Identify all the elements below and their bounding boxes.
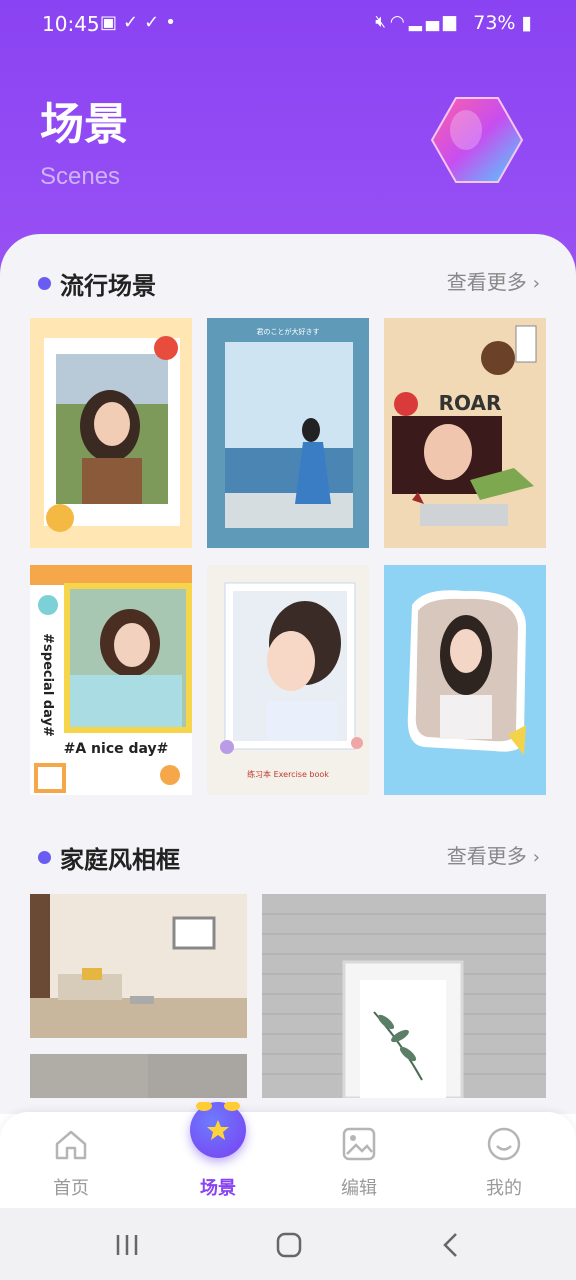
chevron-right-icon: › (532, 273, 540, 294)
special-day-template: #special day# #A nice day# (30, 565, 192, 795)
gallery-icon: ▣ (100, 12, 124, 33)
home-frame-card[interactable] (30, 1054, 247, 1098)
blue-frame-template (384, 565, 546, 795)
page-title: 场景 (40, 99, 128, 150)
section-dot (38, 277, 51, 290)
back-icon[interactable] (440, 1232, 462, 1258)
brick-wall-frame (262, 894, 546, 1098)
home-frame-card[interactable] (262, 894, 546, 1098)
home-icon (55, 1130, 87, 1160)
content-sheet: 流行场景 查看更多 › 君のことが大好きす ROAR #special day#… (0, 234, 576, 1114)
card-caption: 练习本 Exercise book (247, 769, 329, 779)
scene-card[interactable]: 练习本 Exercise book (207, 565, 369, 795)
card-caption: #A nice day# (64, 741, 169, 757)
page-subtitle: Scenes (40, 163, 121, 190)
status-time: 10:45 (42, 12, 100, 36)
section-popular-header: 流行场景 查看更多 › (0, 264, 576, 304)
battery-icon: ▮ (521, 12, 532, 34)
signal-icon: ▂▄▆ (408, 12, 460, 32)
tab-profile[interactable]: 我的 (449, 1112, 559, 1208)
living-room-frame (30, 894, 247, 1038)
blue-seaside-template: 君のことが大好きす (207, 318, 369, 548)
scene-card[interactable]: ROAR (384, 318, 546, 548)
recent-apps-icon[interactable] (114, 1232, 140, 1258)
tab-label: 编辑 (341, 1178, 377, 1199)
check-icon: ✓ (144, 12, 166, 33)
mute-icon: 🔇︎ (375, 12, 390, 32)
star-icon (196, 1101, 240, 1140)
home-nav-icon[interactable] (276, 1232, 302, 1258)
bottom-tab-bar: 首页 场景 编辑 我的 (0, 1112, 576, 1208)
system-nav-bar (0, 1208, 576, 1280)
section-title: 流行场景 (60, 272, 156, 300)
exercise-book-template: 练习本 Exercise book (207, 565, 369, 795)
scene-card[interactable] (30, 318, 192, 548)
scene-card[interactable]: #special day# #A nice day# (30, 565, 192, 795)
home-frame-card[interactable] (30, 894, 247, 1038)
tab-edit[interactable]: 编辑 (304, 1112, 414, 1208)
card-side-text: #special day# (40, 633, 55, 737)
section-home-header: 家庭风相框 查看更多 › (0, 838, 576, 878)
see-more-link[interactable]: 查看更多 › (447, 840, 540, 869)
dot-icon: • (165, 12, 182, 33)
tab-label: 我的 (486, 1178, 522, 1199)
smile-icon (487, 1127, 521, 1161)
see-more-link[interactable]: 查看更多 › (447, 266, 540, 295)
check-icon: ✓ (123, 12, 145, 33)
notification-icons: ▣✓✓• (100, 12, 182, 33)
see-more-label: 查看更多 (446, 844, 527, 868)
section-dot (38, 851, 51, 864)
scene-card[interactable]: 君のことが大好きす (207, 318, 369, 548)
see-more-label: 查看更多 (446, 270, 527, 294)
section-title: 家庭风相框 (60, 846, 180, 874)
tab-label: 场景 (200, 1178, 236, 1199)
chevron-right-icon: › (532, 847, 540, 868)
tab-home[interactable]: 首页 (16, 1112, 126, 1208)
polaroid-guitar-template (30, 318, 192, 548)
image-edit-icon (342, 1127, 376, 1161)
wifi-icon: ◠ (389, 12, 409, 32)
scenes-fab-button[interactable] (190, 1101, 246, 1158)
card-caption: 君のことが大好きす (257, 327, 320, 336)
battery-percent: 73% (473, 12, 516, 34)
card-caption: ROAR (439, 391, 502, 415)
roar-collage-template: ROAR (384, 318, 546, 548)
tab-label: 首页 (53, 1178, 89, 1199)
battery-status: 73% ▮ (473, 12, 532, 34)
system-icons: 🔇︎◠▂▄▆ (375, 12, 460, 32)
app-logo-icon (430, 97, 524, 183)
gray-room-frame (30, 1054, 247, 1098)
status-bar: 10:45 ▣✓✓• 🔇︎◠▂▄▆ 73% ▮ (0, 0, 576, 48)
scene-card[interactable] (384, 565, 546, 795)
